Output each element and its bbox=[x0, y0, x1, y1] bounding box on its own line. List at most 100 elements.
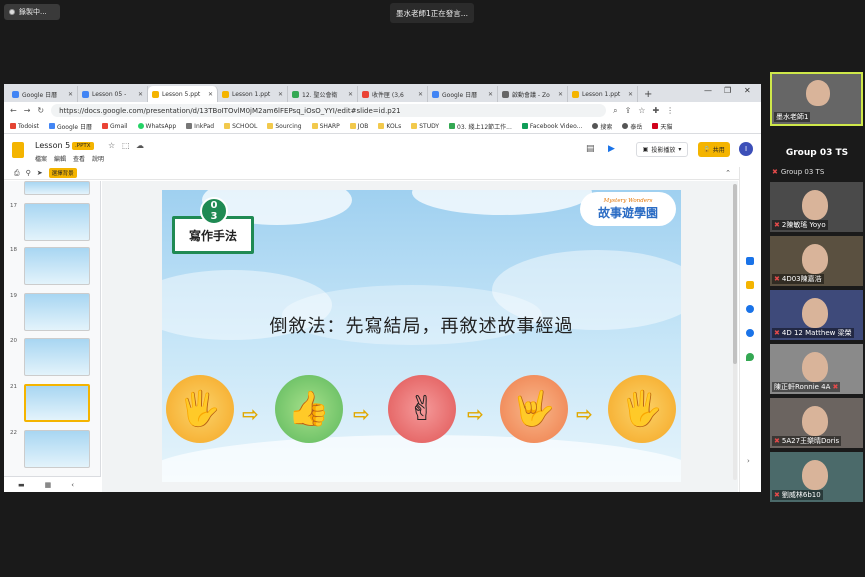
recording-badge[interactable]: 錄製中... bbox=[4, 4, 60, 20]
browser-tab[interactable]: Lesson 1.ppt ✕ bbox=[218, 86, 288, 102]
bookmark-folder[interactable]: SCHOOL bbox=[224, 123, 257, 130]
forward-icon[interactable]: → bbox=[24, 106, 31, 115]
move-folder-icon[interactable]: ⬚ bbox=[122, 141, 130, 150]
recording-label: 錄製中... bbox=[19, 8, 47, 16]
print-icon[interactable]: ⎙ bbox=[14, 169, 20, 178]
browser-tab-active[interactable]: Lesson 5.ppt ✕ bbox=[148, 86, 218, 102]
bookmark-folder[interactable]: STUDY bbox=[411, 123, 439, 130]
slideshow-button[interactable]: ▣ 投影播放 ▾ bbox=[636, 142, 688, 157]
comment-icon[interactable]: ▤ bbox=[586, 144, 595, 154]
bookmark-item[interactable]: 03. 綫上12節工作... bbox=[449, 122, 512, 131]
participant-tile[interactable]: 陳正軒Ronnie 4A ✖ bbox=[770, 344, 863, 394]
tasks-icon[interactable] bbox=[746, 305, 754, 313]
search-icon[interactable]: ⌕ bbox=[613, 106, 617, 116]
menu-help[interactable]: 說明 bbox=[92, 154, 104, 163]
menu-edit[interactable]: 編輯 bbox=[54, 154, 66, 163]
scrollbar-thumb[interactable] bbox=[733, 184, 737, 364]
bookmark-item[interactable]: 搜索 bbox=[592, 122, 612, 131]
restore-icon[interactable]: ❐ bbox=[724, 86, 731, 95]
share-button[interactable]: 🔒 共用 bbox=[698, 142, 730, 157]
grid-view-icon[interactable]: ▦ bbox=[45, 481, 52, 489]
url-input[interactable]: https://docs.google.com/presentation/d/1… bbox=[51, 104, 607, 117]
minimize-icon[interactable]: — bbox=[704, 86, 712, 95]
close-icon[interactable]: ✕ bbox=[68, 91, 73, 98]
bookmark-folder[interactable]: Sourcing bbox=[267, 123, 302, 130]
browser-tab[interactable]: Lesson 1.ppt ✕ bbox=[568, 86, 638, 102]
close-icon[interactable]: ✕ bbox=[418, 91, 423, 98]
bookmark-item[interactable]: Todoist bbox=[10, 123, 39, 130]
list-view-icon[interactable]: ▬ bbox=[18, 481, 25, 489]
participant-tile[interactable]: ✖ 5A27王樂晴Doris bbox=[770, 398, 863, 448]
browser-tab[interactable]: Google 日曆 ✕ bbox=[8, 86, 78, 102]
bookmark-item[interactable]: Facebook Video... bbox=[521, 123, 582, 130]
participant-tile[interactable]: ✖ 2陳敏瑤 Yoyo bbox=[770, 182, 863, 232]
participant-tile[interactable]: ✖ 劉威林6b10 bbox=[770, 452, 863, 502]
participant-face bbox=[802, 352, 828, 382]
bookmark-item[interactable]: InkPad bbox=[186, 123, 214, 130]
bookmark-item[interactable]: Gmail bbox=[102, 123, 128, 130]
menu-view[interactable]: 查看 bbox=[73, 154, 85, 163]
collapse-panel-icon[interactable]: ‹ bbox=[71, 481, 74, 489]
host-video-tile[interactable]: 墨水老師1 bbox=[770, 72, 863, 126]
contacts-icon[interactable] bbox=[746, 329, 754, 337]
slide-canvas[interactable]: 寫作手法 0 3 Mystery Wonders 故事遊學園 倒敘法：先寫結局，… bbox=[162, 190, 681, 482]
participant-face bbox=[802, 244, 828, 274]
star-icon[interactable]: ☆ bbox=[108, 141, 115, 150]
slide-number: 20 bbox=[10, 338, 17, 344]
participant-tile[interactable]: ✖ 4D03陳嘉浩 bbox=[770, 236, 863, 286]
share-icon[interactable]: ⇪ bbox=[625, 106, 632, 115]
slide-thumbnail[interactable] bbox=[24, 247, 90, 285]
maps-icon[interactable] bbox=[746, 353, 754, 361]
close-icon[interactable]: ✕ bbox=[348, 91, 353, 98]
chevron-right-icon[interactable]: › bbox=[747, 457, 750, 465]
close-icon[interactable]: ✕ bbox=[558, 91, 563, 98]
record-icon bbox=[9, 9, 15, 15]
slide-thumbnail-selected[interactable] bbox=[24, 384, 90, 422]
close-icon[interactable]: ✕ bbox=[138, 91, 143, 98]
select-pointer-icon[interactable]: ➤ bbox=[37, 169, 43, 177]
slide-filmstrip[interactable]: 17 18 19 20 21 22 bbox=[4, 181, 101, 492]
star-icon[interactable]: ☆ bbox=[638, 106, 645, 115]
close-icon[interactable]: ✕ bbox=[208, 91, 213, 98]
bookmark-item[interactable]: Google 日曆 bbox=[48, 122, 92, 131]
browser-tab[interactable]: 收件匣 (3,6 ✕ bbox=[358, 86, 428, 102]
slide-thumbnail[interactable] bbox=[24, 430, 90, 468]
participant-face bbox=[802, 460, 828, 490]
calendar-icon[interactable] bbox=[746, 257, 754, 265]
slide-thumbnail[interactable] bbox=[24, 181, 90, 195]
menu-icon[interactable]: ⋮ bbox=[666, 106, 674, 115]
slide-thumbnail[interactable] bbox=[24, 203, 90, 241]
zoom-icon[interactable]: ⚲ bbox=[26, 169, 31, 177]
browser-tab[interactable]: 12. 聖公會衛 ✕ bbox=[288, 86, 358, 102]
browser-tab[interactable]: Lesson 05 - ✕ bbox=[78, 86, 148, 102]
collapse-icon[interactable]: ⌃ bbox=[725, 169, 731, 177]
bookmark-item[interactable]: 泰岳 bbox=[622, 122, 642, 131]
document-title[interactable]: Lesson 5 bbox=[35, 141, 70, 150]
mic-muted-icon: ✖ bbox=[774, 221, 780, 229]
slides-logo-icon[interactable] bbox=[12, 142, 24, 158]
bookmark-item[interactable]: 天貓 bbox=[652, 122, 672, 131]
browser-tab[interactable]: Google 日曆 ✕ bbox=[428, 86, 498, 102]
slide-thumbnail[interactable] bbox=[24, 338, 90, 376]
close-icon[interactable]: ✕ bbox=[628, 91, 633, 98]
back-icon[interactable]: ← bbox=[10, 106, 17, 115]
close-icon[interactable]: ✕ bbox=[488, 91, 493, 98]
new-tab-button[interactable]: + bbox=[638, 86, 658, 102]
close-window-icon[interactable]: ✕ bbox=[744, 86, 751, 95]
keep-icon[interactable] bbox=[746, 281, 754, 289]
slide-thumbnail[interactable] bbox=[24, 293, 90, 331]
bookmark-item[interactable]: WhatsApp bbox=[137, 123, 176, 130]
chevron-down-icon[interactable]: ▾ bbox=[678, 146, 681, 153]
browser-tab[interactable]: 啟動會議 - Zo ✕ bbox=[498, 86, 568, 102]
participant-tile[interactable]: ✖ 4D 12 Matthew 梁榮 bbox=[770, 290, 863, 340]
menu-file[interactable]: 檔案 bbox=[35, 154, 47, 163]
bookmark-folder[interactable]: SHARP bbox=[311, 123, 340, 130]
background-button[interactable]: 選擇背景 bbox=[48, 168, 77, 178]
bookmark-folder[interactable]: JOB bbox=[349, 123, 368, 130]
reload-icon[interactable]: ↻ bbox=[37, 106, 44, 115]
close-icon[interactable]: ✕ bbox=[278, 91, 283, 98]
bookmark-folder[interactable]: KOLs bbox=[378, 123, 401, 130]
avatar[interactable]: I bbox=[739, 142, 753, 156]
extensions-icon[interactable]: ✚ bbox=[652, 106, 659, 115]
meet-icon[interactable]: ▶ bbox=[608, 144, 615, 154]
